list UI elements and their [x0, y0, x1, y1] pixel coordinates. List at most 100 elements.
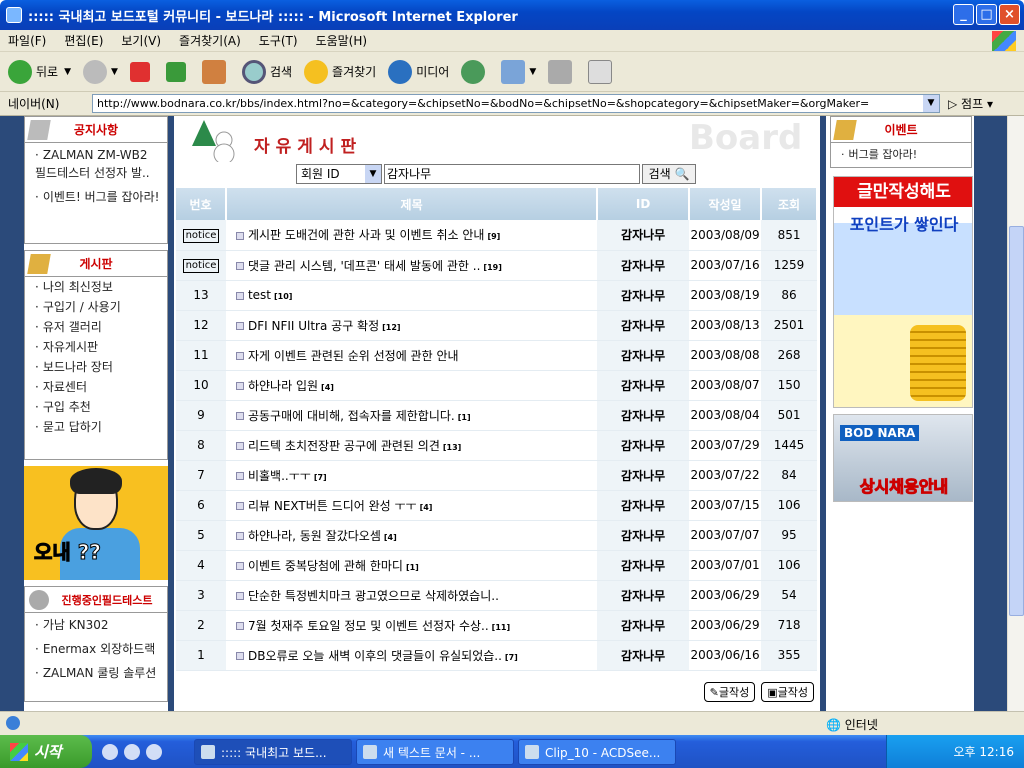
write-image-button[interactable]: ▣글작성 — [761, 682, 814, 702]
write-button[interactable]: ✎글작성 — [703, 682, 756, 702]
sidebar-item-market[interactable]: 보드나라 장터 — [25, 357, 167, 377]
quicklaunch-icon[interactable] — [124, 743, 140, 760]
sidebar-item-gallery[interactable]: 유저 갤러리 — [25, 317, 167, 337]
notice-item[interactable]: 이벤트! 버그를 잡아라! — [25, 185, 167, 209]
table-row[interactable]: 2 7월 첫재주 토요일 정모 및 이벤트 선정자 수상.. [11] 감자나무 200… — [176, 610, 817, 641]
search-button[interactable]: 검색 — [241, 59, 292, 84]
favorites-button[interactable]: 즐겨찾기 — [304, 59, 376, 84]
post-subject-link[interactable]: 단순한 특정벤치마크 광고였으므로 삭제하였습니.. — [248, 589, 499, 603]
task-notepad[interactable]: 새 텍스트 문서 - ... — [356, 738, 514, 765]
post-subject-link[interactable]: DFI NFII Ultra 공구 확정 — [248, 319, 379, 333]
row-author[interactable]: 감자나무 — [597, 280, 690, 311]
search-input[interactable]: 감자나무 — [384, 164, 640, 184]
row-author[interactable]: 감자나무 — [597, 490, 690, 521]
media-button[interactable]: 미디어 — [388, 59, 449, 84]
search-submit-button[interactable]: 검색 🔍 — [642, 164, 696, 184]
row-author[interactable]: 감자나무 — [597, 640, 690, 671]
vertical-scrollbar[interactable] — [1007, 116, 1024, 711]
table-row[interactable]: 1 DB오류로 오늘 새벽 이후의 댓글들이 유실되었습.. [7] 감자나무 2003… — [176, 640, 817, 671]
row-author[interactable]: 감자나무 — [597, 550, 690, 581]
menu-favorites[interactable]: 즐겨찾기(A) — [179, 32, 241, 49]
search-field-select[interactable]: 회원 ID ▼ — [296, 164, 382, 184]
start-button[interactable]: 시작 — [0, 735, 92, 768]
menu-file[interactable]: 파일(F) — [8, 32, 46, 49]
menu-tools[interactable]: 도구(T) — [259, 32, 298, 49]
menu-help[interactable]: 도움말(H) — [316, 32, 368, 49]
table-row[interactable]: 10 하얀나라 입원 [4] 감자나무 2003/08/07 150 — [176, 370, 817, 401]
history-button[interactable] — [461, 59, 489, 84]
row-author[interactable]: 감자나무 — [597, 370, 690, 401]
print-button[interactable] — [548, 59, 576, 84]
post-subject-link[interactable]: DB오류로 오늘 새벽 이후의 댓글들이 유실되었습.. — [248, 649, 502, 663]
maximize-button[interactable]: □ — [976, 4, 997, 25]
field-test-item[interactable]: ZALMAN 쿨링 솔루션 — [25, 661, 167, 685]
recruit-ad-banner[interactable]: BOD NARA 상시채용안내 — [833, 414, 973, 502]
refresh-button[interactable] — [165, 61, 190, 82]
post-subject-link[interactable]: 리뷰 NEXT버튼 드디어 완성 ㅜㅜ — [248, 499, 417, 513]
sidebar-item-free-board[interactable]: 자유게시판 — [25, 337, 167, 357]
field-test-item[interactable]: Enermax 외장하드랙 — [25, 637, 167, 661]
post-subject-link[interactable]: 7월 첫재주 토요일 정모 및 이벤트 선정자 수상.. — [248, 619, 489, 633]
table-row[interactable]: 11 자게 이벤트 관련된 순위 선정에 관한 안내 감자나무 2003/08/08 2… — [176, 340, 817, 371]
notice-item[interactable]: ZALMAN ZM-WB2 필드테스터 선정자 발.. — [25, 143, 167, 185]
row-author[interactable]: 감자나무 — [597, 310, 690, 341]
row-author[interactable]: 감자나무 — [597, 400, 690, 431]
address-input[interactable]: http://www.bodnara.co.kr/bbs/index.html?… — [92, 94, 940, 113]
row-author[interactable]: 감자나무 — [597, 430, 690, 461]
post-subject-link[interactable]: 하얀나라 입원 — [248, 379, 318, 393]
sidebar-item-data-center[interactable]: 자료센터 — [25, 377, 167, 397]
window-titlebar[interactable]: ::::: 국내최고 보드포털 커뮤니티 - 보드나라 ::::: - Micr… — [0, 0, 1024, 30]
table-row[interactable]: 3 단순한 특정벤치마크 광고였으므로 삭제하였습니.. 감자나무 2003/06/2… — [176, 580, 817, 611]
post-subject-link[interactable]: 리드텍 초치전장판 공구에 관련된 의견 — [248, 439, 440, 453]
address-dropdown-icon[interactable]: ▼ — [923, 95, 939, 112]
table-row[interactable]: 5 하얀나라, 동원 잘갔다오셈 [4] 감자나무 2003/07/07 95 — [176, 520, 817, 551]
row-author[interactable]: 감자나무 — [597, 520, 690, 551]
back-button[interactable]: 뒤로 ▼ — [8, 59, 71, 84]
table-row[interactable]: 12 DFI NFII Ultra 공구 확정 [12] 감자나무 2003/08/13… — [176, 310, 817, 341]
menu-edit[interactable]: 편집(E) — [64, 32, 103, 49]
table-row[interactable]: 8 리드텍 초치전장판 공구에 관련된 의견 [13] 감자나무 2003/07/29 1… — [176, 430, 817, 461]
field-test-item[interactable]: 가남 KN302 — [25, 613, 167, 637]
sidebar-item-reviews[interactable]: 구입기 / 사용기 — [25, 297, 167, 317]
scrollbar-thumb[interactable] — [1009, 226, 1024, 616]
post-subject-link[interactable]: 댓글 관리 시스템, '데프콘' 태세 발동에 관한 .. — [248, 259, 480, 273]
post-subject-link[interactable]: 이벤트 중복당첨에 관해 한마디 — [248, 559, 403, 573]
quicklaunch-icon[interactable] — [102, 743, 118, 760]
edit-button[interactable] — [588, 59, 616, 84]
row-author[interactable]: 감자나무 — [597, 220, 690, 251]
close-button[interactable]: × — [999, 4, 1020, 25]
table-row[interactable]: notice 댓글 관리 시스템, '데프콘' 태세 발동에 관한 .. [19] 감… — [176, 250, 817, 281]
cartoon-banner[interactable]: 오내 ?? — [24, 466, 168, 580]
forward-button[interactable]: ▼ — [83, 59, 118, 84]
event-item[interactable]: 버그를 잡아라! — [831, 143, 971, 167]
sidebar-item-qna[interactable]: 묻고 답하기 — [25, 417, 167, 437]
point-ad-banner[interactable]: 글만작성해도 포인트가 쌓인다 — [833, 176, 973, 408]
table-row[interactable]: 7 비홀백..ㅜㅜ [7] 감자나무 2003/07/22 84 — [176, 460, 817, 491]
menu-view[interactable]: 보기(V) — [121, 32, 161, 49]
home-button[interactable] — [201, 59, 230, 84]
row-author[interactable]: 감자나무 — [597, 580, 690, 611]
row-author[interactable]: 감자나무 — [597, 250, 690, 281]
table-row[interactable]: 13 test [10] 감자나무 2003/08/19 86 — [176, 280, 817, 311]
sidebar-item-recommend[interactable]: 구입 추천 — [25, 397, 167, 417]
task-ie[interactable]: ::::: 국내최고 보드... — [194, 738, 352, 765]
table-row[interactable]: 9 공동구매에 대비해, 접속자를 제한합니다. [1] 감자나무 2003/08/04… — [176, 400, 817, 431]
post-subject-link[interactable]: 하얀나라, 동원 잘갔다오셈 — [248, 529, 381, 543]
table-row[interactable]: notice 게시판 도배건에 관한 사과 및 이벤트 취소 안내 [9] 감자나무 2… — [176, 220, 817, 251]
stop-button[interactable] — [129, 61, 154, 82]
mail-button[interactable]: ▼ — [501, 59, 536, 84]
table-row[interactable]: 4 이벤트 중복당첨에 관해 한마디 [1] 감자나무 2003/07/01 106 — [176, 550, 817, 581]
table-row[interactable]: 6 리뷰 NEXT버튼 드디어 완성 ㅜㅜ [4] 감자나무 2003/07/15 106 — [176, 490, 817, 521]
sidebar-item-my-info[interactable]: 나의 최신정보 — [25, 277, 167, 297]
post-subject-link[interactable]: test — [248, 288, 271, 302]
post-subject-link[interactable]: 자게 이벤트 관련된 순위 선정에 관한 안내 — [248, 349, 459, 363]
row-author[interactable]: 감자나무 — [597, 340, 690, 371]
post-subject-link[interactable]: 비홀백..ㅜㅜ — [248, 469, 311, 483]
row-author[interactable]: 감자나무 — [597, 610, 690, 641]
row-author[interactable]: 감자나무 — [597, 460, 690, 491]
post-subject-link[interactable]: 공동구매에 대비해, 접속자를 제한합니다. — [248, 409, 455, 423]
post-subject-link[interactable]: 게시판 도배건에 관한 사과 및 이벤트 취소 안내 — [248, 228, 484, 242]
quicklaunch-icon[interactable] — [146, 743, 162, 760]
go-button[interactable]: ▷ 점프 ▾ — [948, 95, 993, 112]
task-acdsee[interactable]: Clip_10 - ACDSee... — [518, 738, 676, 765]
